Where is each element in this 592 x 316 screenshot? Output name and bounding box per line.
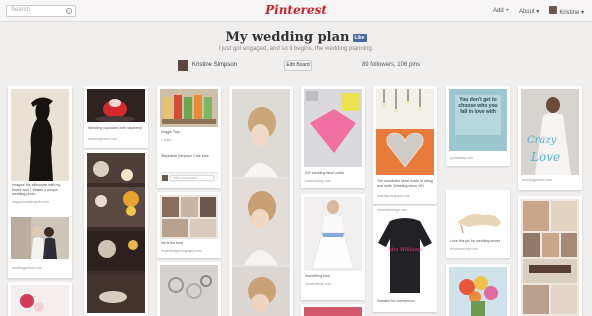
pin-image[interactable] — [521, 199, 579, 316]
pin-image[interactable] — [87, 153, 145, 313]
crazy-word: Crazy — [527, 135, 557, 146]
pin-source[interactable]: elegantweddinghub.com — [12, 200, 68, 204]
pin-comment-text: Stephanie Simpson Cute idea — [161, 154, 209, 158]
pin-image[interactable]: Mrs Williams — [376, 215, 434, 295]
pin-love-quote[interactable]: You don't get to choose who you fall in … — [446, 86, 510, 166]
pin-image[interactable] — [160, 265, 218, 316]
pin-image[interactable] — [449, 267, 507, 316]
pin-silhouette[interactable]: Imagine the silhouette with my fiancé an… — [8, 86, 72, 214]
pin-caption: Imagine the silhouette with my fiancé an… — [12, 183, 61, 197]
pin-image[interactable]: You don't get to choose who you fall in … — [449, 89, 507, 151]
board-description: I just got engaged, and so it begins, th… — [218, 46, 374, 52]
pin-flower-bouquet[interactable] — [446, 264, 510, 316]
edit-board-button[interactable]: Edit Board — [284, 60, 312, 71]
comment-input[interactable]: Add a comment... — [170, 175, 214, 181]
pin-repins: 1 repin — [161, 138, 172, 142]
pin-source[interactable]: weddingphotos.com — [522, 178, 578, 182]
pin-source[interactable]: weddingbrides.com — [88, 137, 144, 141]
board-title: My wedding plan Like — [0, 30, 592, 45]
board-meta-bar: Kristine Simpson Edit Board 89 followers… — [172, 59, 420, 73]
pin-caption: Something blue... — [305, 274, 333, 278]
quote-text: You don't get to choose who you fall in … — [458, 97, 498, 115]
owner-avatar[interactable] — [178, 60, 188, 71]
pin-image[interactable] — [160, 89, 218, 127]
pin-image[interactable] — [304, 89, 362, 167]
about-menu[interactable]: About ▾ — [519, 8, 539, 15]
board-title-text: My wedding plan — [225, 30, 350, 45]
pin-favor-cards[interactable]: DIY wedding favor cards hostessblog.com — [301, 86, 365, 188]
pin-wedding-shoes[interactable]: Love this pic for wedding shoes dreamcou… — [446, 190, 510, 258]
pin-image[interactable] — [160, 195, 218, 239]
pin-image[interactable] — [304, 307, 362, 316]
pin-cupcakes[interactable]: Wedding cupcakes with raspberry weddingb… — [84, 86, 148, 148]
pin-source[interactable]: weddingphotos.com — [12, 266, 68, 270]
pin-source[interactable]: hostessblog.com — [305, 179, 361, 183]
pin-image[interactable] — [376, 89, 434, 175]
pin-caption: DIY wedding favor cards — [305, 171, 345, 175]
pin-couple-photo[interactable]: weddingphotos.com — [8, 214, 72, 278]
pin-caption: Love this pic for wedding shoes — [450, 239, 501, 243]
pin-image[interactable] — [304, 197, 362, 271]
pin-caption: Wedding cupcakes with raspberry — [88, 126, 142, 130]
pin-image[interactable] — [232, 89, 290, 316]
pin-image[interactable] — [11, 89, 69, 181]
pin-blue-dress[interactable]: Something blue... modernbride.com — [301, 194, 365, 300]
pin-image[interactable]: Crazy Love — [521, 89, 579, 175]
pin-crazy-love[interactable]: Crazy Love weddingphotos.com — [518, 86, 582, 190]
pin-image[interactable] — [11, 217, 69, 259]
love-word: Love — [530, 150, 560, 164]
user-name: Kristine ▾ — [559, 10, 584, 16]
top-nav: Add + About ▾ Kristine ▾ — [493, 6, 584, 16]
user-avatar — [549, 6, 558, 14]
pin-rings[interactable] — [157, 262, 221, 316]
board-stats: 89 followers, 106 pins — [361, 62, 420, 68]
pin-flowers-small[interactable] — [8, 282, 72, 316]
pin-bride-collage[interactable]: Ne is the best flowerfieldphotography.co… — [157, 192, 221, 258]
facebook-like-button[interactable]: Like — [352, 33, 367, 42]
pin-bridal-hairstyles[interactable] — [229, 86, 293, 316]
pin-cake-small[interactable] — [301, 304, 365, 316]
pin-image[interactable] — [87, 89, 145, 122]
pin-image[interactable] — [11, 285, 69, 316]
add-menu[interactable]: Add + — [493, 8, 509, 14]
pin-source[interactable]: quotesday.com — [450, 156, 506, 160]
top-bar: Search Pinterest Add + About ▾ Kristine … — [0, 0, 592, 22]
pin-comment-box: Add a comment... — [160, 172, 218, 182]
pin-source[interactable]: modernbride.com — [305, 282, 361, 286]
pin-veggie-tray[interactable]: Veggie Tray 1 repin Stephanie Simpson Cu… — [157, 86, 221, 188]
pin-caption: Sweater for honeymoon — [377, 299, 416, 303]
pin-source[interactable]: dreamcountry.com — [450, 247, 506, 251]
pin-string-heart[interactable]: The wonderful heart made of string and n… — [373, 86, 437, 204]
pin-source[interactable]: flowerfieldphotography.com — [161, 249, 217, 253]
commenter-avatar — [162, 175, 168, 181]
shirt-text: Mrs Williams — [387, 247, 422, 253]
pin-caption: Veggie Tray — [161, 130, 180, 134]
user-menu[interactable]: Kristine ▾ — [549, 6, 584, 16]
pin-source[interactable]: heartdiy.blogspot.com — [377, 194, 433, 198]
pin-reception-collage[interactable] — [518, 196, 582, 316]
owner-name[interactable]: Kristine Simpson — [192, 62, 237, 68]
pin-source[interactable]: sheswilddesign.com — [377, 208, 433, 212]
pin-table-setting[interactable] — [84, 150, 148, 316]
pin-caption: The wonderful heart made of string and n… — [377, 179, 433, 188]
pin-honeymoon-sweater[interactable]: sheswilddesign.com Mrs Williams Sweater … — [373, 206, 437, 312]
pin-caption: Ne is the best — [161, 241, 183, 245]
pin-image[interactable] — [449, 193, 507, 235]
